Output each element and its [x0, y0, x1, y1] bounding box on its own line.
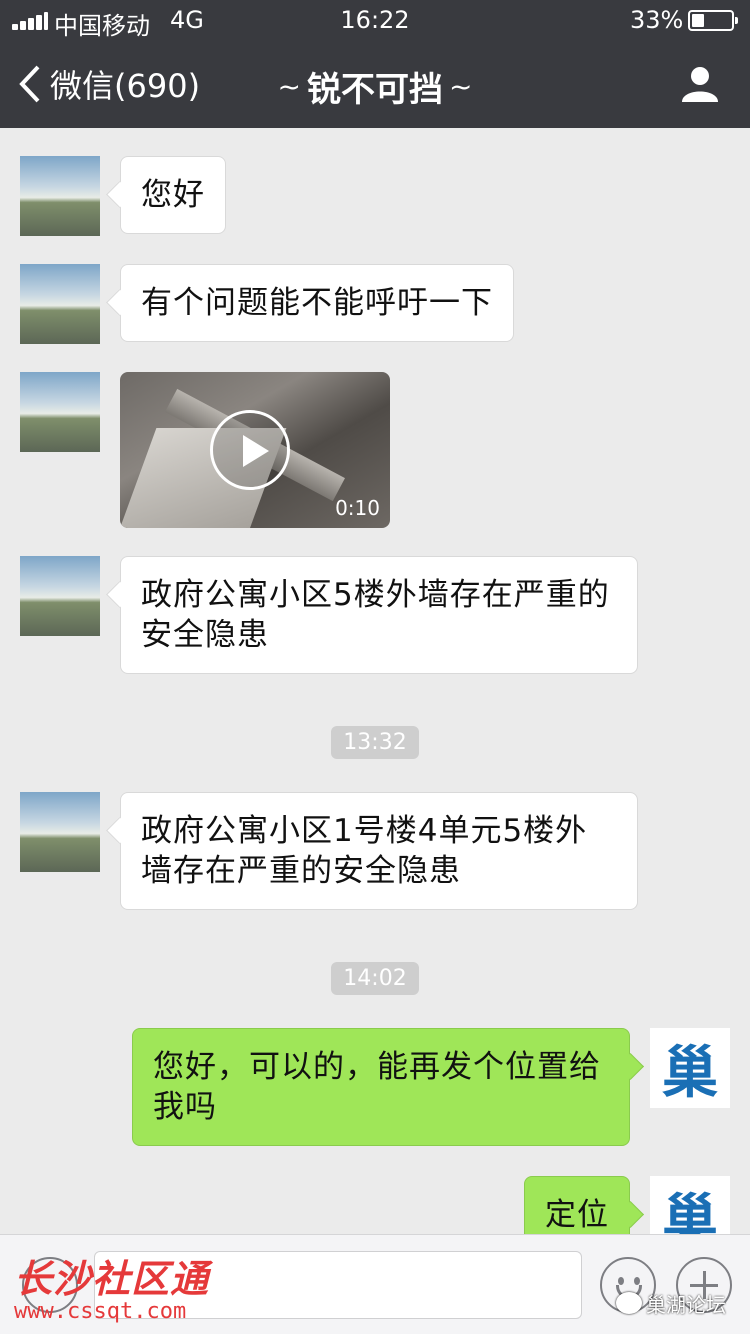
watermark-logo: 长沙社区通 www.cssqt.com [14, 1258, 224, 1328]
contact-avatar[interactable] [20, 264, 100, 344]
watermark-source-text: 巢湖论坛 [646, 1292, 726, 1317]
self-avatar[interactable]: 巢 [650, 1028, 730, 1108]
incoming-message[interactable]: 您好 [120, 156, 226, 234]
watermark-url: www.cssqt.com [14, 1299, 187, 1324]
message-list[interactable]: 您好 有个问题能不能呼吁一下 0:10 政府公寓小区5楼外墙存在严重的安全隐患 … [0, 128, 750, 1234]
contact-name: 锐不可挡 [307, 70, 443, 110]
watermark-title: 长沙社区通 [14, 1257, 210, 1301]
chat-header: 微信(690) ~ 锐不可挡 ~ [0, 40, 750, 128]
contact-avatar[interactable] [20, 556, 100, 636]
wechat-icon [616, 1292, 642, 1314]
outgoing-message[interactable]: 定位 [524, 1176, 630, 1234]
contact-avatar[interactable] [20, 792, 100, 872]
watermark-source: 巢湖论坛 [616, 1288, 746, 1318]
person-icon[interactable] [680, 64, 720, 104]
timestamp-label: 13:32 [331, 726, 419, 759]
incoming-message[interactable]: 有个问题能不能呼吁一下 [120, 264, 514, 342]
smiley-icon [618, 1277, 624, 1285]
video-message[interactable]: 0:10 [120, 372, 390, 528]
battery-icon [688, 10, 738, 31]
incoming-message[interactable]: 政府公寓小区1号楼4单元5楼外墙存在严重的安全隐患 [120, 792, 638, 910]
timestamp-divider: 13:32 [0, 726, 750, 759]
outgoing-message[interactable]: 您好，可以的，能再发个位置给我吗 [132, 1028, 630, 1146]
ornament-right: ~ [449, 70, 473, 103]
status-bar: 中国移动 4G 16:22 33% [0, 0, 750, 40]
timestamp-divider: 14:02 [0, 962, 750, 995]
self-avatar[interactable]: 巢 [650, 1176, 730, 1234]
incoming-message[interactable]: 政府公寓小区5楼外墙存在严重的安全隐患 [120, 556, 638, 674]
timestamp-label: 14:02 [331, 962, 419, 995]
chat-title: ~ 锐不可挡 ~ [0, 62, 750, 111]
ornament-left: ~ [277, 70, 301, 103]
contact-avatar[interactable] [20, 372, 100, 452]
play-icon[interactable] [210, 410, 290, 490]
contact-avatar[interactable] [20, 156, 100, 236]
video-duration: 0:10 [335, 496, 380, 520]
battery-percent: 33% [630, 6, 684, 34]
